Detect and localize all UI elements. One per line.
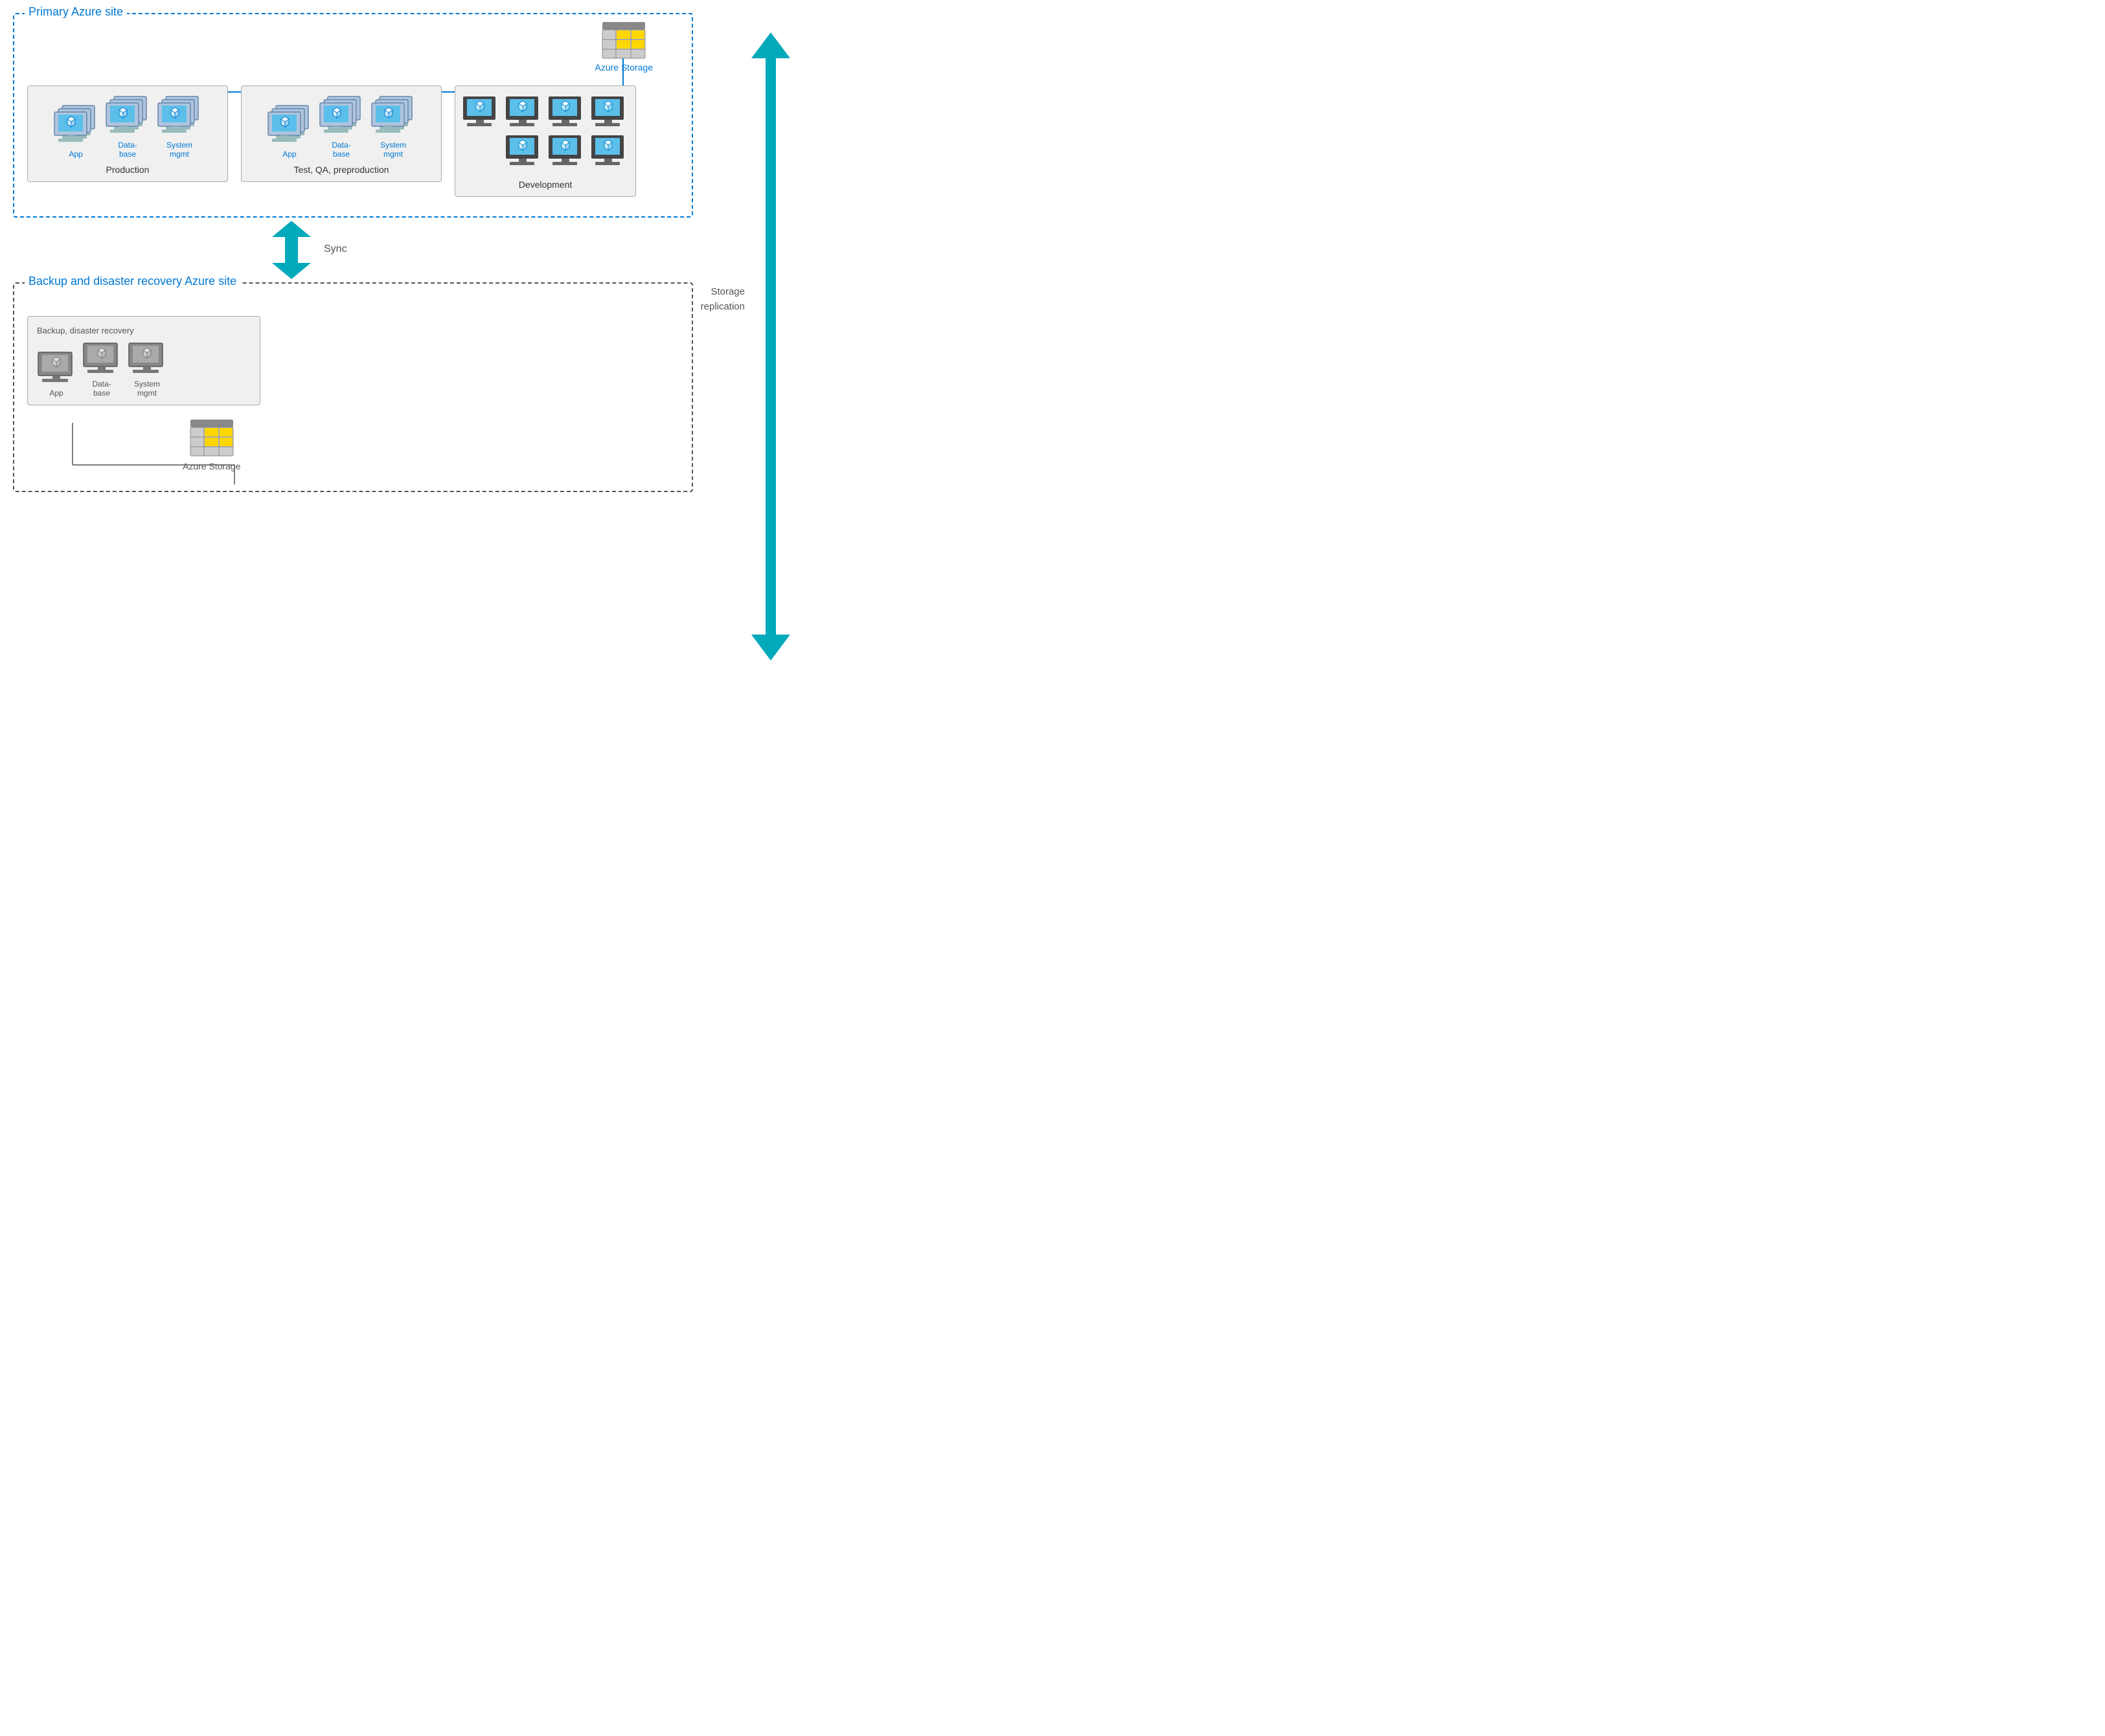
primary-zone-label: Primary Azure site [25,5,127,19]
test-app-vm: App [267,104,312,159]
storage-backup-label: Azure Storage [183,461,241,471]
backup-zone-label: Backup and disaster recovery Azure site [25,275,240,288]
production-group: App [27,85,228,182]
production-app-vm: App [53,104,98,159]
production-sysmgmt-label: Systemmgmt [166,141,192,159]
test-app-label: App [282,150,296,159]
backup-zone: Backup and disaster recovery Azure site … [13,282,693,492]
backup-app-vm: App [37,351,76,398]
test-sysmgmt-vm: Systemmgmt [370,95,416,159]
backup-db-vm: Data-base [82,342,121,398]
sync-area: Sync [13,218,693,282]
backup-dr-group: Backup, disaster recovery [27,316,260,405]
sync-arrow [266,221,317,282]
production-db-label: Data-base [118,141,137,159]
backup-sysmgmt-vm: Systemmgmt [128,342,166,398]
azure-storage-primary: Azure Storage [595,21,654,73]
test-label: Test, QA, preproduction [293,164,389,175]
sync-label: Sync [324,243,347,255]
development-label: Development [519,179,573,190]
backup-content: Backup, disaster recovery [27,316,679,471]
production-app-label: App [69,150,82,159]
diagram-container: Storage replication Primary Azure site [13,13,829,686]
storage-replication-label: Storage replication [701,285,745,314]
backup-sysmgmt-label: Systemmgmt [134,379,160,398]
primary-zone: Primary Azure site Azure St [13,13,693,218]
production-db-vm: Data-base [105,95,150,159]
backup-app-label: App [49,389,63,398]
test-sysmgmt-label: Systemmgmt [380,141,406,159]
test-db-label: Data-base [332,141,350,159]
azure-storage-backup: Azure Storage [183,418,241,471]
backup-db-label: Data-base [92,379,111,398]
backup-dr-label: Backup, disaster recovery [37,326,251,335]
storage-primary-label: Azure Storage [595,62,654,73]
test-db-vm: Data-base [319,95,364,159]
storage-replication-arrow [751,32,790,660]
production-sysmgmt-vm: Systemmgmt [157,95,202,159]
development-group: Development [455,85,636,197]
test-group: App Data-base [241,85,442,182]
production-label: Production [106,164,150,175]
